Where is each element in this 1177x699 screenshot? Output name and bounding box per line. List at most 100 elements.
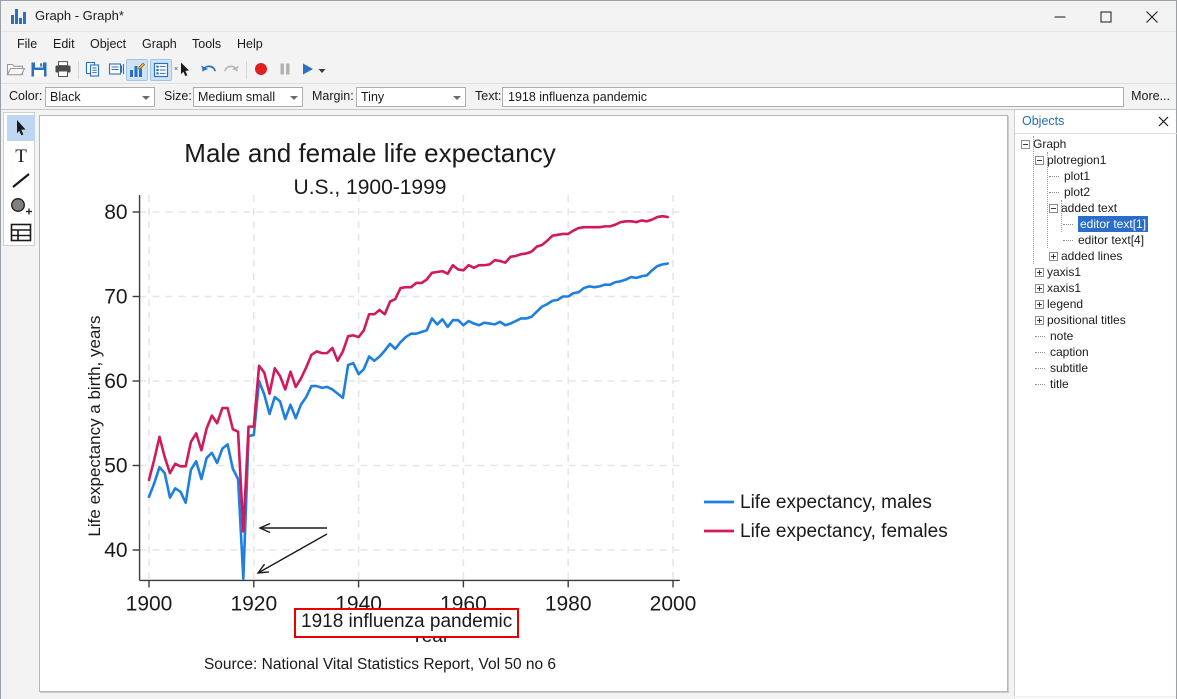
tree-item-graph[interactable]: Graph: [1015, 136, 1177, 152]
tree-item-label: editor text[4]: [1078, 232, 1144, 248]
tree-item-label: yaxis1: [1047, 264, 1081, 280]
tree-item-plot1[interactable]: plot1: [1015, 168, 1177, 184]
close-icon[interactable]: [1129, 1, 1175, 32]
expand-icon[interactable]: [1049, 252, 1058, 261]
tree-item-subtitle[interactable]: subtitle: [1015, 360, 1177, 376]
expand-icon[interactable]: [1035, 284, 1044, 293]
expand-icon[interactable]: [1035, 268, 1044, 277]
tree-item-xaxis1[interactable]: xaxis1: [1015, 280, 1177, 296]
y-axis-tick-label: 70: [104, 286, 127, 309]
menu-file[interactable]: File: [9, 32, 45, 56]
pointer-tool[interactable]: [7, 115, 35, 141]
tree-item-plot2[interactable]: plot2: [1015, 184, 1177, 200]
x-axis-tick-label: 1920: [230, 592, 277, 615]
expand-icon[interactable]: [1035, 300, 1044, 309]
window-title: Graph - Graph*: [35, 8, 124, 23]
copy-icon[interactable]: [83, 59, 105, 81]
margin-select[interactable]: Tiny: [356, 87, 466, 107]
tool-palette-box: T: [3, 112, 35, 246]
tree-connector: [1035, 336, 1045, 337]
tree-item-caption[interactable]: caption: [1015, 344, 1177, 360]
tree-item-label: xaxis1: [1047, 280, 1081, 296]
menu-object[interactable]: Object: [82, 32, 134, 56]
tree-item-title[interactable]: title: [1015, 376, 1177, 392]
collapse-icon[interactable]: [1049, 204, 1058, 213]
toolbar: ×: [1, 56, 1176, 84]
tree-item-editor-text-1[interactable]: editor text[1]: [1015, 216, 1177, 232]
tree-item-label: caption: [1050, 344, 1089, 360]
menu-tools[interactable]: Tools: [184, 32, 229, 56]
undo-icon[interactable]: [198, 59, 220, 81]
x-axis-tick-label: 1980: [545, 592, 592, 615]
tree-item-yaxis1[interactable]: yaxis1: [1015, 264, 1177, 280]
y-axis-tick-label: 50: [104, 455, 127, 478]
size-label: Size:: [164, 89, 192, 103]
tree-item-label: plot2: [1064, 184, 1090, 200]
object-browser-icon[interactable]: [150, 59, 172, 81]
x-axis-tick-label: 1900: [126, 592, 173, 615]
tree-item-plotregion1[interactable]: plotregion1: [1015, 152, 1177, 168]
save-icon[interactable]: [29, 59, 51, 81]
menu-graph[interactable]: Graph: [134, 32, 185, 56]
size-select[interactable]: Medium small: [193, 87, 303, 107]
chevron-down-icon: [290, 96, 298, 100]
svg-text:T: T: [15, 146, 27, 167]
collapse-icon[interactable]: [1021, 140, 1030, 149]
menu-bar: File Edit Object Graph Tools Help: [1, 32, 1176, 56]
svg-text:×: ×: [174, 66, 178, 73]
maximize-icon[interactable]: [1083, 1, 1129, 32]
objects-panel: Objects Graphplotregion1plot1plot2added …: [1014, 110, 1176, 699]
tree-item-added-lines[interactable]: added lines: [1015, 248, 1177, 264]
x-axis-tick-label: 1960: [440, 592, 487, 615]
print-icon[interactable]: [53, 59, 75, 81]
redo-icon[interactable]: [222, 59, 244, 81]
tree-item-added-text[interactable]: added text: [1015, 200, 1177, 216]
pause-icon[interactable]: [275, 59, 297, 81]
play-dropdown-icon[interactable]: [315, 59, 329, 81]
open-icon[interactable]: [5, 59, 27, 81]
chart-labels: [258, 502, 734, 573]
pointer-tool-icon[interactable]: ×: [173, 59, 195, 81]
tree-connector: [1035, 352, 1045, 353]
tree-guide-line: [1061, 200, 1062, 232]
tree-connector: [1063, 224, 1073, 225]
add-marker-tool[interactable]: [7, 194, 35, 220]
graph-canvas[interactable]: 4050607080190019201940196019802000 Male …: [39, 115, 1008, 692]
tree-item-positional-titles[interactable]: positional titles: [1015, 312, 1177, 328]
graph-editor-icon[interactable]: [126, 59, 148, 81]
grid-tool[interactable]: [7, 220, 35, 246]
tree-connector: [1049, 176, 1059, 177]
object-tree[interactable]: Graphplotregion1plot1plot2added textedit…: [1015, 136, 1177, 696]
expand-icon[interactable]: [1035, 316, 1044, 325]
chevron-down-icon: [453, 96, 461, 100]
line-tool[interactable]: [7, 168, 35, 194]
toolbar-separator: [246, 61, 247, 79]
chevron-down-icon: [142, 96, 150, 100]
text-label: Text:: [475, 89, 501, 103]
text-tool[interactable]: T: [7, 142, 35, 168]
color-value: Black: [50, 90, 81, 104]
objects-panel-title: Objects: [1022, 114, 1064, 128]
tree-item-editor-text-4[interactable]: editor text[4]: [1015, 232, 1177, 248]
arrow-head: [258, 564, 269, 573]
tree-connector: [1035, 368, 1045, 369]
life-expectancy-chart[interactable]: 4050607080190019201940196019802000: [40, 116, 1007, 691]
minimize-icon[interactable]: [1037, 1, 1083, 32]
menu-help[interactable]: Help: [229, 32, 271, 56]
close-icon[interactable]: [1155, 113, 1172, 130]
tree-item-note[interactable]: note: [1015, 328, 1177, 344]
record-icon[interactable]: [251, 59, 273, 81]
graph-bars-icon: [11, 9, 27, 24]
tree-item-label: legend: [1047, 296, 1083, 312]
tree-item-label: Graph: [1033, 136, 1066, 152]
more-button[interactable]: More...: [1131, 89, 1170, 103]
color-select[interactable]: Black: [45, 87, 155, 107]
text-input[interactable]: 1918 influenza pandemic: [502, 87, 1124, 107]
title-bar: Graph - Graph*: [1, 1, 1176, 32]
collapse-icon[interactable]: [1035, 156, 1044, 165]
series-line-females: [149, 216, 668, 531]
tree-item-legend[interactable]: legend: [1015, 296, 1177, 312]
tree-connector: [1049, 192, 1059, 193]
menu-edit[interactable]: Edit: [45, 32, 83, 56]
tree-item-label: plotregion1: [1047, 152, 1106, 168]
